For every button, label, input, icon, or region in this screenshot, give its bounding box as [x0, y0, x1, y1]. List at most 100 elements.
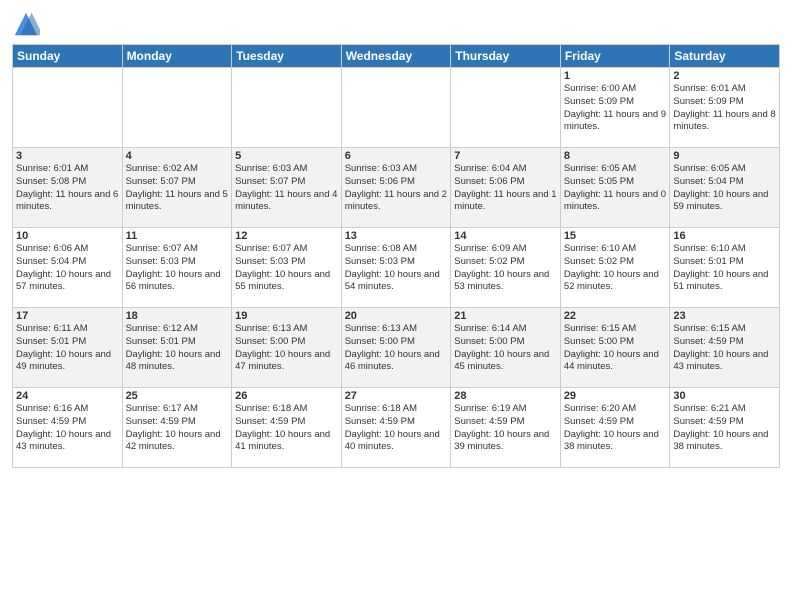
day-cell: 24Sunrise: 6:16 AM Sunset: 4:59 PM Dayli… [13, 388, 123, 468]
day-info: Sunrise: 6:13 AM Sunset: 5:00 PM Dayligh… [345, 323, 448, 374]
day-number: 7 [454, 150, 557, 162]
week-row-2: 3Sunrise: 6:01 AM Sunset: 5:08 PM Daylig… [13, 148, 780, 228]
day-cell: 8Sunrise: 6:05 AM Sunset: 5:05 PM Daylig… [560, 148, 670, 228]
day-cell [451, 68, 561, 148]
day-info: Sunrise: 6:03 AM Sunset: 5:06 PM Dayligh… [345, 163, 448, 214]
day-cell: 7Sunrise: 6:04 AM Sunset: 5:06 PM Daylig… [451, 148, 561, 228]
day-cell: 10Sunrise: 6:06 AM Sunset: 5:04 PM Dayli… [13, 228, 123, 308]
weekday-header-wednesday: Wednesday [341, 45, 451, 68]
day-cell: 15Sunrise: 6:10 AM Sunset: 5:02 PM Dayli… [560, 228, 670, 308]
day-number: 25 [126, 390, 229, 402]
weekday-header-thursday: Thursday [451, 45, 561, 68]
day-number: 13 [345, 230, 448, 242]
day-info: Sunrise: 6:10 AM Sunset: 5:01 PM Dayligh… [673, 243, 776, 294]
day-cell: 17Sunrise: 6:11 AM Sunset: 5:01 PM Dayli… [13, 308, 123, 388]
day-number: 3 [16, 150, 119, 162]
day-cell: 4Sunrise: 6:02 AM Sunset: 5:07 PM Daylig… [122, 148, 232, 228]
day-cell [341, 68, 451, 148]
day-cell: 23Sunrise: 6:15 AM Sunset: 4:59 PM Dayli… [670, 308, 780, 388]
day-cell: 2Sunrise: 6:01 AM Sunset: 5:09 PM Daylig… [670, 68, 780, 148]
day-cell: 14Sunrise: 6:09 AM Sunset: 5:02 PM Dayli… [451, 228, 561, 308]
day-info: Sunrise: 6:19 AM Sunset: 4:59 PM Dayligh… [454, 403, 557, 454]
day-info: Sunrise: 6:13 AM Sunset: 5:00 PM Dayligh… [235, 323, 338, 374]
day-info: Sunrise: 6:11 AM Sunset: 5:01 PM Dayligh… [16, 323, 119, 374]
day-info: Sunrise: 6:09 AM Sunset: 5:02 PM Dayligh… [454, 243, 557, 294]
day-info: Sunrise: 6:01 AM Sunset: 5:09 PM Dayligh… [673, 83, 776, 134]
day-info: Sunrise: 6:05 AM Sunset: 5:04 PM Dayligh… [673, 163, 776, 214]
day-info: Sunrise: 6:02 AM Sunset: 5:07 PM Dayligh… [126, 163, 229, 214]
logo [12, 10, 42, 38]
day-cell: 13Sunrise: 6:08 AM Sunset: 5:03 PM Dayli… [341, 228, 451, 308]
day-cell [13, 68, 123, 148]
day-cell: 27Sunrise: 6:18 AM Sunset: 4:59 PM Dayli… [341, 388, 451, 468]
day-cell: 1Sunrise: 6:00 AM Sunset: 5:09 PM Daylig… [560, 68, 670, 148]
day-info: Sunrise: 6:12 AM Sunset: 5:01 PM Dayligh… [126, 323, 229, 374]
page: SundayMondayTuesdayWednesdayThursdayFrid… [0, 0, 792, 612]
day-number: 17 [16, 310, 119, 322]
day-info: Sunrise: 6:04 AM Sunset: 5:06 PM Dayligh… [454, 163, 557, 214]
weekday-header-row: SundayMondayTuesdayWednesdayThursdayFrid… [13, 45, 780, 68]
day-cell: 29Sunrise: 6:20 AM Sunset: 4:59 PM Dayli… [560, 388, 670, 468]
weekday-header-sunday: Sunday [13, 45, 123, 68]
day-number: 30 [673, 390, 776, 402]
day-info: Sunrise: 6:18 AM Sunset: 4:59 PM Dayligh… [345, 403, 448, 454]
day-cell: 26Sunrise: 6:18 AM Sunset: 4:59 PM Dayli… [232, 388, 342, 468]
day-number: 9 [673, 150, 776, 162]
day-cell: 28Sunrise: 6:19 AM Sunset: 4:59 PM Dayli… [451, 388, 561, 468]
day-info: Sunrise: 6:06 AM Sunset: 5:04 PM Dayligh… [16, 243, 119, 294]
day-number: 5 [235, 150, 338, 162]
day-cell: 30Sunrise: 6:21 AM Sunset: 4:59 PM Dayli… [670, 388, 780, 468]
day-cell: 19Sunrise: 6:13 AM Sunset: 5:00 PM Dayli… [232, 308, 342, 388]
week-row-4: 17Sunrise: 6:11 AM Sunset: 5:01 PM Dayli… [13, 308, 780, 388]
day-info: Sunrise: 6:18 AM Sunset: 4:59 PM Dayligh… [235, 403, 338, 454]
day-info: Sunrise: 6:17 AM Sunset: 4:59 PM Dayligh… [126, 403, 229, 454]
day-number: 18 [126, 310, 229, 322]
day-number: 19 [235, 310, 338, 322]
day-cell: 9Sunrise: 6:05 AM Sunset: 5:04 PM Daylig… [670, 148, 780, 228]
day-number: 14 [454, 230, 557, 242]
day-info: Sunrise: 6:21 AM Sunset: 4:59 PM Dayligh… [673, 403, 776, 454]
calendar-table: SundayMondayTuesdayWednesdayThursdayFrid… [12, 44, 780, 468]
day-number: 29 [564, 390, 667, 402]
day-cell: 18Sunrise: 6:12 AM Sunset: 5:01 PM Dayli… [122, 308, 232, 388]
weekday-header-friday: Friday [560, 45, 670, 68]
day-number: 6 [345, 150, 448, 162]
day-number: 27 [345, 390, 448, 402]
day-info: Sunrise: 6:08 AM Sunset: 5:03 PM Dayligh… [345, 243, 448, 294]
day-cell: 22Sunrise: 6:15 AM Sunset: 5:00 PM Dayli… [560, 308, 670, 388]
day-info: Sunrise: 6:05 AM Sunset: 5:05 PM Dayligh… [564, 163, 667, 214]
day-info: Sunrise: 6:00 AM Sunset: 5:09 PM Dayligh… [564, 83, 667, 134]
weekday-header-saturday: Saturday [670, 45, 780, 68]
day-cell: 11Sunrise: 6:07 AM Sunset: 5:03 PM Dayli… [122, 228, 232, 308]
day-cell [122, 68, 232, 148]
day-number: 26 [235, 390, 338, 402]
day-info: Sunrise: 6:07 AM Sunset: 5:03 PM Dayligh… [235, 243, 338, 294]
day-info: Sunrise: 6:07 AM Sunset: 5:03 PM Dayligh… [126, 243, 229, 294]
day-number: 8 [564, 150, 667, 162]
header [12, 10, 780, 38]
day-number: 20 [345, 310, 448, 322]
day-number: 15 [564, 230, 667, 242]
day-cell [232, 68, 342, 148]
day-number: 28 [454, 390, 557, 402]
weekday-header-tuesday: Tuesday [232, 45, 342, 68]
day-info: Sunrise: 6:20 AM Sunset: 4:59 PM Dayligh… [564, 403, 667, 454]
day-number: 2 [673, 70, 776, 82]
day-number: 22 [564, 310, 667, 322]
day-cell: 5Sunrise: 6:03 AM Sunset: 5:07 PM Daylig… [232, 148, 342, 228]
day-info: Sunrise: 6:01 AM Sunset: 5:08 PM Dayligh… [16, 163, 119, 214]
day-info: Sunrise: 6:16 AM Sunset: 4:59 PM Dayligh… [16, 403, 119, 454]
day-number: 10 [16, 230, 119, 242]
day-cell: 12Sunrise: 6:07 AM Sunset: 5:03 PM Dayli… [232, 228, 342, 308]
day-info: Sunrise: 6:03 AM Sunset: 5:07 PM Dayligh… [235, 163, 338, 214]
weekday-header-monday: Monday [122, 45, 232, 68]
day-number: 21 [454, 310, 557, 322]
week-row-5: 24Sunrise: 6:16 AM Sunset: 4:59 PM Dayli… [13, 388, 780, 468]
day-number: 1 [564, 70, 667, 82]
day-cell: 21Sunrise: 6:14 AM Sunset: 5:00 PM Dayli… [451, 308, 561, 388]
day-number: 24 [16, 390, 119, 402]
day-cell: 6Sunrise: 6:03 AM Sunset: 5:06 PM Daylig… [341, 148, 451, 228]
week-row-1: 1Sunrise: 6:00 AM Sunset: 5:09 PM Daylig… [13, 68, 780, 148]
day-info: Sunrise: 6:10 AM Sunset: 5:02 PM Dayligh… [564, 243, 667, 294]
day-info: Sunrise: 6:15 AM Sunset: 5:00 PM Dayligh… [564, 323, 667, 374]
